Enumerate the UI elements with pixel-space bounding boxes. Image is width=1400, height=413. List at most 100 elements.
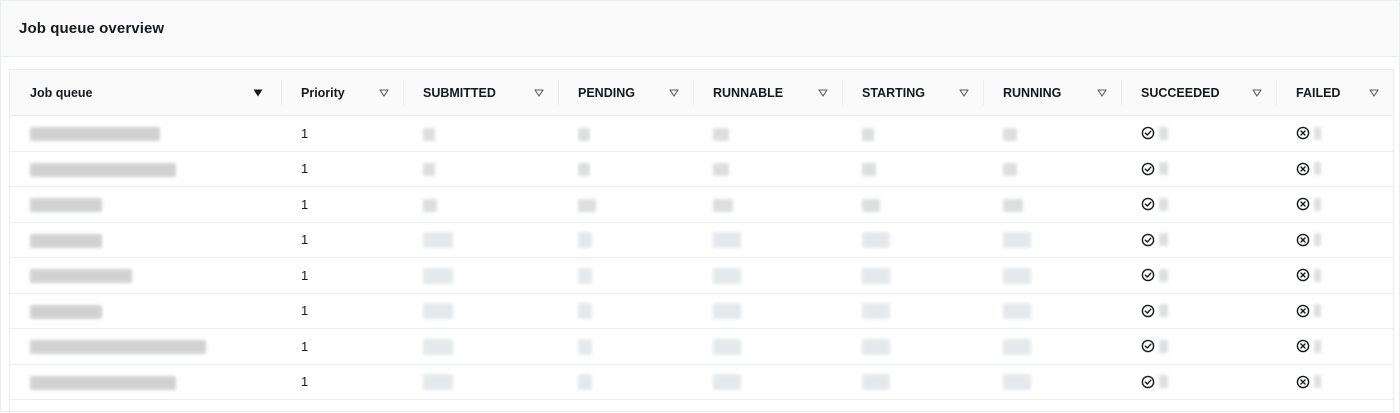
column-divider[interactable] xyxy=(983,80,984,105)
succeeded-cell[interactable] xyxy=(1121,328,1276,365)
submitted-count-cell[interactable] xyxy=(403,151,558,187)
sort-icon[interactable] xyxy=(1097,88,1107,97)
pending-count-cell[interactable] xyxy=(558,364,693,400)
sort-icon[interactable] xyxy=(669,88,679,97)
column-header-priority[interactable]: Priority xyxy=(281,70,403,116)
running-count-cell[interactable] xyxy=(983,151,1121,187)
job-queue-name-cell[interactable] xyxy=(10,257,281,294)
failed-cell[interactable] xyxy=(1276,293,1393,329)
pending-count-cell[interactable] xyxy=(558,257,693,294)
sort-icon[interactable] xyxy=(1369,88,1379,97)
job-queue-name-cell[interactable] xyxy=(10,115,281,152)
starting-count-cell[interactable] xyxy=(842,328,983,365)
column-divider[interactable] xyxy=(1276,80,1277,105)
column-header-content: RUNNABLE xyxy=(693,70,842,115)
sort-descending-icon[interactable] xyxy=(253,89,263,97)
job-queue-name-cell[interactable] xyxy=(10,151,281,187)
column-divider[interactable] xyxy=(281,80,282,105)
starting-count-cell[interactable] xyxy=(842,293,983,329)
sort-icon[interactable] xyxy=(379,88,389,97)
running-count-cell[interactable] xyxy=(983,186,1121,223)
succeeded-cell[interactable] xyxy=(1121,115,1276,152)
succeeded-cell[interactable] xyxy=(1121,364,1276,400)
running-count-cell[interactable] xyxy=(983,293,1121,329)
starting-count-cell[interactable] xyxy=(842,186,983,223)
table-row[interactable]: 1 xyxy=(10,186,1393,223)
job-queue-name-cell[interactable] xyxy=(10,222,281,258)
starting-count-cell[interactable] xyxy=(842,364,983,400)
running-count-cell[interactable] xyxy=(983,328,1121,365)
submitted-count-cell[interactable] xyxy=(403,293,558,329)
column-divider[interactable] xyxy=(1121,80,1122,105)
table-row[interactable]: 1 xyxy=(10,364,1393,400)
column-header-running[interactable]: RUNNING xyxy=(983,70,1121,116)
table-row[interactable]: 1 xyxy=(10,222,1393,258)
column-header-job-queue[interactable]: Job queue xyxy=(10,70,281,116)
succeeded-cell[interactable] xyxy=(1121,151,1276,187)
column-header-failed[interactable]: FAILED xyxy=(1276,70,1393,116)
column-divider[interactable] xyxy=(403,80,404,105)
table-row[interactable]: 1 xyxy=(10,293,1393,329)
failed-cell[interactable] xyxy=(1276,257,1393,294)
sort-icon[interactable] xyxy=(959,88,969,97)
failed-cell[interactable] xyxy=(1276,186,1393,223)
submitted-count-cell[interactable] xyxy=(403,328,558,365)
failed-cell[interactable] xyxy=(1276,364,1393,400)
column-divider[interactable] xyxy=(693,80,694,105)
starting-count-cell[interactable] xyxy=(842,222,983,258)
sort-icon[interactable] xyxy=(1252,88,1262,97)
runnable-count-cell[interactable] xyxy=(693,364,842,400)
succeeded-cell[interactable] xyxy=(1121,257,1276,294)
pending-count-cell[interactable] xyxy=(558,115,693,152)
pending-count-cell[interactable] xyxy=(558,222,693,258)
pending-count-cell[interactable] xyxy=(558,328,693,365)
job-queue-name-cell[interactable] xyxy=(10,328,281,365)
table-row[interactable]: 1 xyxy=(10,115,1393,152)
runnable-count-cell[interactable] xyxy=(693,328,842,365)
runnable-count-cell[interactable] xyxy=(693,222,842,258)
running-count-cell[interactable] xyxy=(983,364,1121,400)
failed-cell[interactable] xyxy=(1276,151,1393,187)
submitted-count-cell[interactable] xyxy=(403,364,558,400)
column-header-succeeded[interactable]: SUCCEEDED xyxy=(1121,70,1276,116)
pending-count-cell[interactable] xyxy=(558,151,693,187)
starting-count-cell[interactable] xyxy=(842,115,983,152)
runnable-count-cell[interactable] xyxy=(693,151,842,187)
column-divider[interactable] xyxy=(558,80,559,105)
job-queue-name-cell[interactable] xyxy=(10,293,281,329)
starting-count-cell[interactable] xyxy=(842,257,983,294)
submitted-count-cell[interactable] xyxy=(403,222,558,258)
pending-count-cell[interactable] xyxy=(558,186,693,223)
runnable-count-cell[interactable] xyxy=(693,186,842,223)
column-header-starting[interactable]: STARTING xyxy=(842,70,983,116)
job-queue-name-cell[interactable] xyxy=(10,186,281,223)
submitted-count-cell[interactable] xyxy=(403,257,558,294)
job-queue-name-cell[interactable] xyxy=(10,364,281,400)
failed-cell[interactable] xyxy=(1276,222,1393,258)
table-row[interactable]: 1 xyxy=(10,328,1393,365)
submitted-count-cell[interactable] xyxy=(403,186,558,223)
pending-count-cell[interactable] xyxy=(558,293,693,329)
failed-cell[interactable] xyxy=(1276,115,1393,152)
running-count-cell[interactable] xyxy=(983,257,1121,294)
redacted-job-queue-name xyxy=(30,162,176,177)
submitted-count-cell[interactable] xyxy=(403,115,558,152)
sort-icon[interactable] xyxy=(818,88,828,97)
table-row[interactable]: 1 xyxy=(10,257,1393,294)
column-header-runnable[interactable]: RUNNABLE xyxy=(693,70,842,116)
sort-icon[interactable] xyxy=(534,88,544,97)
succeeded-cell[interactable] xyxy=(1121,222,1276,258)
table-row[interactable]: 1 xyxy=(10,151,1393,187)
succeeded-cell[interactable] xyxy=(1121,293,1276,329)
column-header-submitted[interactable]: SUBMITTED xyxy=(403,70,558,116)
runnable-count-cell[interactable] xyxy=(693,115,842,152)
running-count-cell[interactable] xyxy=(983,222,1121,258)
starting-count-cell[interactable] xyxy=(842,151,983,187)
column-divider[interactable] xyxy=(842,80,843,105)
running-count-cell[interactable] xyxy=(983,115,1121,152)
succeeded-cell[interactable] xyxy=(1121,186,1276,223)
failed-cell[interactable] xyxy=(1276,328,1393,365)
column-header-pending[interactable]: PENDING xyxy=(558,70,693,116)
runnable-count-cell[interactable] xyxy=(693,257,842,294)
runnable-count-cell[interactable] xyxy=(693,293,842,329)
